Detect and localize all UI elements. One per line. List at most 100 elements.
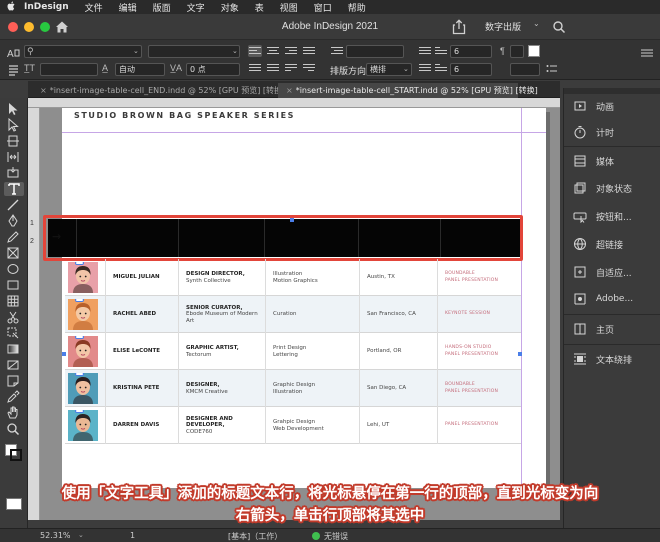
title-cell[interactable]: DESIGNER, KMCM Creative (178, 370, 265, 407)
panel-buttons-forms[interactable]: 按钮和... (564, 204, 660, 228)
avatar[interactable] (68, 299, 98, 330)
align-right-button[interactable] (284, 45, 298, 57)
session-cell[interactable]: BOUNDABLE PANEL PRESENTATION (437, 259, 521, 296)
avatar-cell[interactable] (65, 370, 105, 407)
tracking-field[interactable]: 0 点 (186, 63, 240, 76)
menu-table[interactable]: 表 (247, 1, 272, 14)
menu-type[interactable]: 文字 (179, 1, 213, 14)
panel-hyperlinks[interactable]: 超链接 (564, 232, 660, 256)
topic-cell[interactable]: Illustration Motion Graphics (265, 259, 359, 296)
note-tool[interactable] (6, 374, 22, 388)
name-cell[interactable]: ELISE LeCONTE (105, 333, 178, 370)
paragraph-style-field[interactable] (510, 45, 524, 58)
topic-cell[interactable]: Print Design Lettering (265, 333, 359, 370)
title-cell[interactable]: GRAPHIC ARTIST, Tectorum (178, 333, 265, 370)
align-center-button[interactable] (266, 45, 280, 57)
menu-window[interactable]: 窗口 (306, 1, 340, 14)
name-cell[interactable]: RACHEL ABED (105, 296, 178, 333)
character-style-field[interactable] (510, 63, 540, 76)
session-cell[interactable]: KEYNOTE SESSION (437, 296, 521, 333)
title-cell[interactable]: DESIGNER AND DEVELOPER, CODE760 (178, 407, 265, 444)
panel-object-states[interactable]: 对象状态 (564, 176, 660, 200)
table-row[interactable]: MIGUEL JULIAN DESIGN DIRECTOR, Synth Colle… (65, 259, 521, 296)
chevron-down-icon[interactable]: ⌄ (78, 531, 84, 539)
ellipse-tool[interactable] (6, 262, 22, 276)
align-toward-spine-button[interactable] (284, 62, 298, 74)
zoom-level[interactable]: 52.31% (40, 531, 71, 540)
table-row[interactable]: KRISTINA PETE DESIGNER, KMCM Creative Graph… (65, 370, 521, 407)
topic-cell[interactable]: Curation (265, 296, 359, 333)
menu-file[interactable]: 文件 (77, 1, 111, 14)
font-size-field[interactable] (40, 63, 98, 76)
chevron-down-icon[interactable]: ⌄ (232, 45, 238, 58)
menu-view[interactable]: 视图 (272, 1, 306, 14)
title-cell[interactable]: SENIOR CURATOR, Ebode Museum of Modern Ar… (178, 296, 265, 333)
page-tool[interactable] (6, 134, 22, 148)
city-cell[interactable]: San Francisco, CA (359, 296, 437, 333)
close-icon[interactable]: × (286, 86, 293, 95)
avatar[interactable] (68, 262, 98, 293)
panel-pages[interactable]: 主页 (564, 317, 660, 341)
eyedropper-tool[interactable] (6, 390, 22, 404)
city-cell[interactable]: Austin, TX (359, 259, 437, 296)
drop-cap-lines-field[interactable]: 6 (450, 45, 492, 58)
session-cell[interactable]: HANDS-ON STUDIO PANEL PRESENTATION (437, 333, 521, 370)
name-cell[interactable]: MIGUEL JULIAN (105, 259, 178, 296)
justify-left-button[interactable] (302, 45, 316, 57)
panel-media[interactable]: 媒体 (564, 149, 660, 173)
leading-field[interactable]: 自动 (115, 63, 165, 76)
justify-all-button[interactable] (266, 62, 280, 74)
font-family-field[interactable] (24, 45, 142, 58)
panel-text-wrap[interactable]: 文本绕排 (564, 347, 660, 371)
selection-tool[interactable] (6, 102, 22, 116)
city-cell[interactable]: Portland, OR (359, 333, 437, 370)
gradient-swatch-tool[interactable] (6, 342, 22, 356)
apple-menu-icon[interactable] (0, 1, 22, 14)
menu-indesign[interactable]: InDesign (22, 2, 77, 12)
menu-edit[interactable]: 编辑 (111, 1, 145, 14)
share-icon[interactable] (452, 19, 466, 35)
workspace-switcher[interactable]: 数字出版 (485, 20, 521, 33)
table-row[interactable]: RACHEL ABED SENIOR CURATOR, Ebode Museum o… (65, 296, 521, 333)
align-away-spine-button[interactable] (302, 62, 316, 74)
chevron-down-icon[interactable]: ⌄ (533, 19, 540, 28)
rectangle-frame-tool[interactable] (6, 246, 22, 260)
menu-object[interactable]: 对象 (213, 1, 247, 14)
city-cell[interactable]: San Diego, CA (359, 370, 437, 407)
avatar-cell[interactable] (65, 407, 105, 444)
session-cell[interactable]: PANEL PRESENTATION (437, 407, 521, 444)
name-cell[interactable]: KRISTINA PETE (105, 370, 178, 407)
align-left-button[interactable] (248, 45, 262, 57)
panel-adobe-stock[interactable]: Adobe... (564, 287, 660, 311)
avatar-cell[interactable] (65, 333, 105, 370)
city-cell[interactable]: Lehi, UT (359, 407, 437, 444)
pencil-tool[interactable] (6, 230, 22, 244)
frame-handle[interactable] (290, 218, 294, 222)
font-style-field[interactable] (148, 45, 240, 58)
gradient-feather-tool[interactable] (6, 358, 22, 372)
table-row[interactable]: ELISE LeCONTE GRAPHIC ARTIST, Tectorum Prin… (65, 333, 521, 370)
topic-cell[interactable]: Graphic Design Illustration (265, 370, 359, 407)
panel-menu-icon[interactable] (640, 48, 654, 58)
tab-start-document[interactable]: × *insert-image-table-cell_START.indd @ 5… (278, 83, 538, 98)
topic-cell[interactable]: Grahpic Design Web Development (265, 407, 359, 444)
avatar[interactable] (68, 373, 98, 404)
gap-tool[interactable] (6, 150, 22, 164)
drop-cap-chars-field[interactable]: 6 (450, 63, 492, 76)
fill-color-swatch[interactable] (528, 45, 540, 57)
content-collector-tool[interactable] (6, 166, 22, 180)
table-row[interactable]: DARREN DAVIS DESIGNER AND DEVELOPER, CODE7… (65, 407, 521, 444)
character-formatting-icon[interactable]: A (6, 47, 20, 59)
zoom-tool[interactable] (6, 422, 22, 436)
session-cell[interactable]: BOUNDABLE PANEL PRESENTATION (437, 370, 521, 407)
chevron-down-icon[interactable]: ⌄ (133, 45, 139, 58)
tab-end-document[interactable]: × *insert-image-table-cell_END.indd @ 52%… (32, 83, 285, 98)
panel-timing[interactable]: 计时 (564, 120, 660, 144)
table-tool[interactable] (6, 294, 22, 308)
close-icon[interactable]: × (40, 86, 47, 95)
avatar-cell[interactable] (65, 296, 105, 333)
avatar-cell[interactable] (65, 259, 105, 296)
direct-selection-tool[interactable] (6, 118, 22, 132)
panel-liquid-layout[interactable]: 自适应... (564, 260, 660, 284)
menu-layout[interactable]: 版面 (145, 1, 179, 14)
